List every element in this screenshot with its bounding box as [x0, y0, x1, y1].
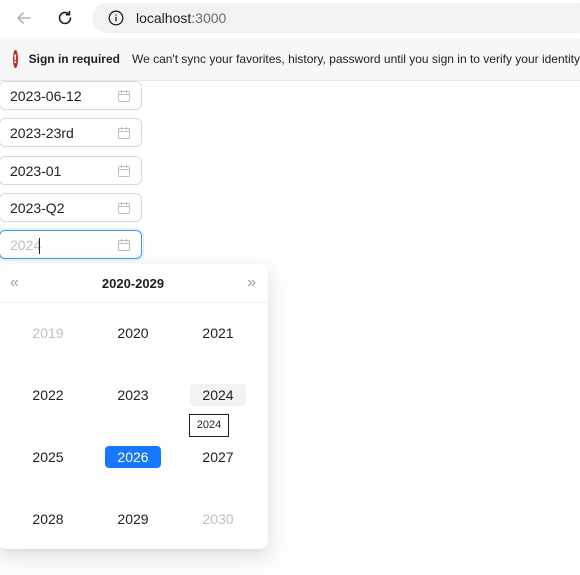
quarter-picker-value: 2023-Q2	[10, 200, 65, 216]
week-picker-value: 2023-23rd	[10, 125, 74, 141]
year-cell[interactable]: 2025	[20, 446, 76, 468]
month-picker[interactable]: 2023-01	[0, 156, 142, 185]
banner-title: Sign in required	[28, 52, 120, 66]
quarter-picker[interactable]: 2023-Q2	[0, 193, 142, 222]
year-cell[interactable]: 2030	[190, 508, 246, 530]
calendar-icon	[118, 165, 130, 177]
year-cell[interactable]: 2020	[105, 322, 161, 344]
error-icon: !	[13, 50, 18, 68]
back-button[interactable]	[9, 3, 39, 33]
text-caret	[39, 238, 40, 254]
year-cell-selected[interactable]: 2026	[105, 446, 161, 468]
year-cell[interactable]: 2027	[190, 446, 246, 468]
year-cell[interactable]: 2019	[20, 322, 76, 344]
url-text: localhost:3000	[136, 10, 226, 26]
year-cell[interactable]: 2022	[20, 384, 76, 406]
info-icon[interactable]	[108, 10, 124, 26]
calendar-icon	[118, 239, 130, 251]
url-host: localhost	[136, 10, 192, 26]
year-cell[interactable]: 2028	[20, 508, 76, 530]
year-cell[interactable]: 2023	[105, 384, 161, 406]
year-cell[interactable]: 2029	[105, 508, 161, 530]
date-picker[interactable]: 2023-06-12	[0, 81, 142, 110]
url-port: :3000	[191, 10, 227, 26]
date-picker-value: 2023-06-12	[10, 88, 82, 104]
decade-label[interactable]: 2020-2029	[0, 276, 268, 291]
calendar-icon	[118, 202, 130, 214]
week-picker[interactable]: 2023-23rd	[0, 118, 142, 147]
refresh-icon	[58, 10, 72, 25]
calendar-icon	[118, 90, 130, 102]
hover-tooltip: 2024	[189, 414, 229, 437]
double-chevron-right-icon[interactable]: »	[247, 275, 256, 291]
year-picker-placeholder: 2024	[10, 237, 42, 253]
banner-message: We can't sync your favorites, history, p…	[131, 52, 580, 66]
year-dropdown-panel: « 2020-2029 » 2019 2020 2021 2022 2023 2…	[0, 264, 268, 549]
calendar-icon	[118, 127, 130, 139]
address-bar[interactable]: localhost:3000	[92, 3, 580, 33]
panel-header: « 2020-2029 »	[0, 264, 268, 303]
month-picker-value: 2023-01	[10, 163, 62, 179]
year-cell-hovered[interactable]: 2024	[190, 384, 246, 406]
sign-in-banner: ! Sign in required We can't sync your fa…	[0, 38, 580, 81]
year-cell[interactable]: 2021	[190, 322, 246, 344]
arrow-left-icon	[17, 12, 31, 24]
year-picker[interactable]: 2024	[0, 230, 142, 259]
refresh-button[interactable]	[50, 3, 80, 33]
browser-toolbar: localhost:3000	[0, 0, 580, 36]
